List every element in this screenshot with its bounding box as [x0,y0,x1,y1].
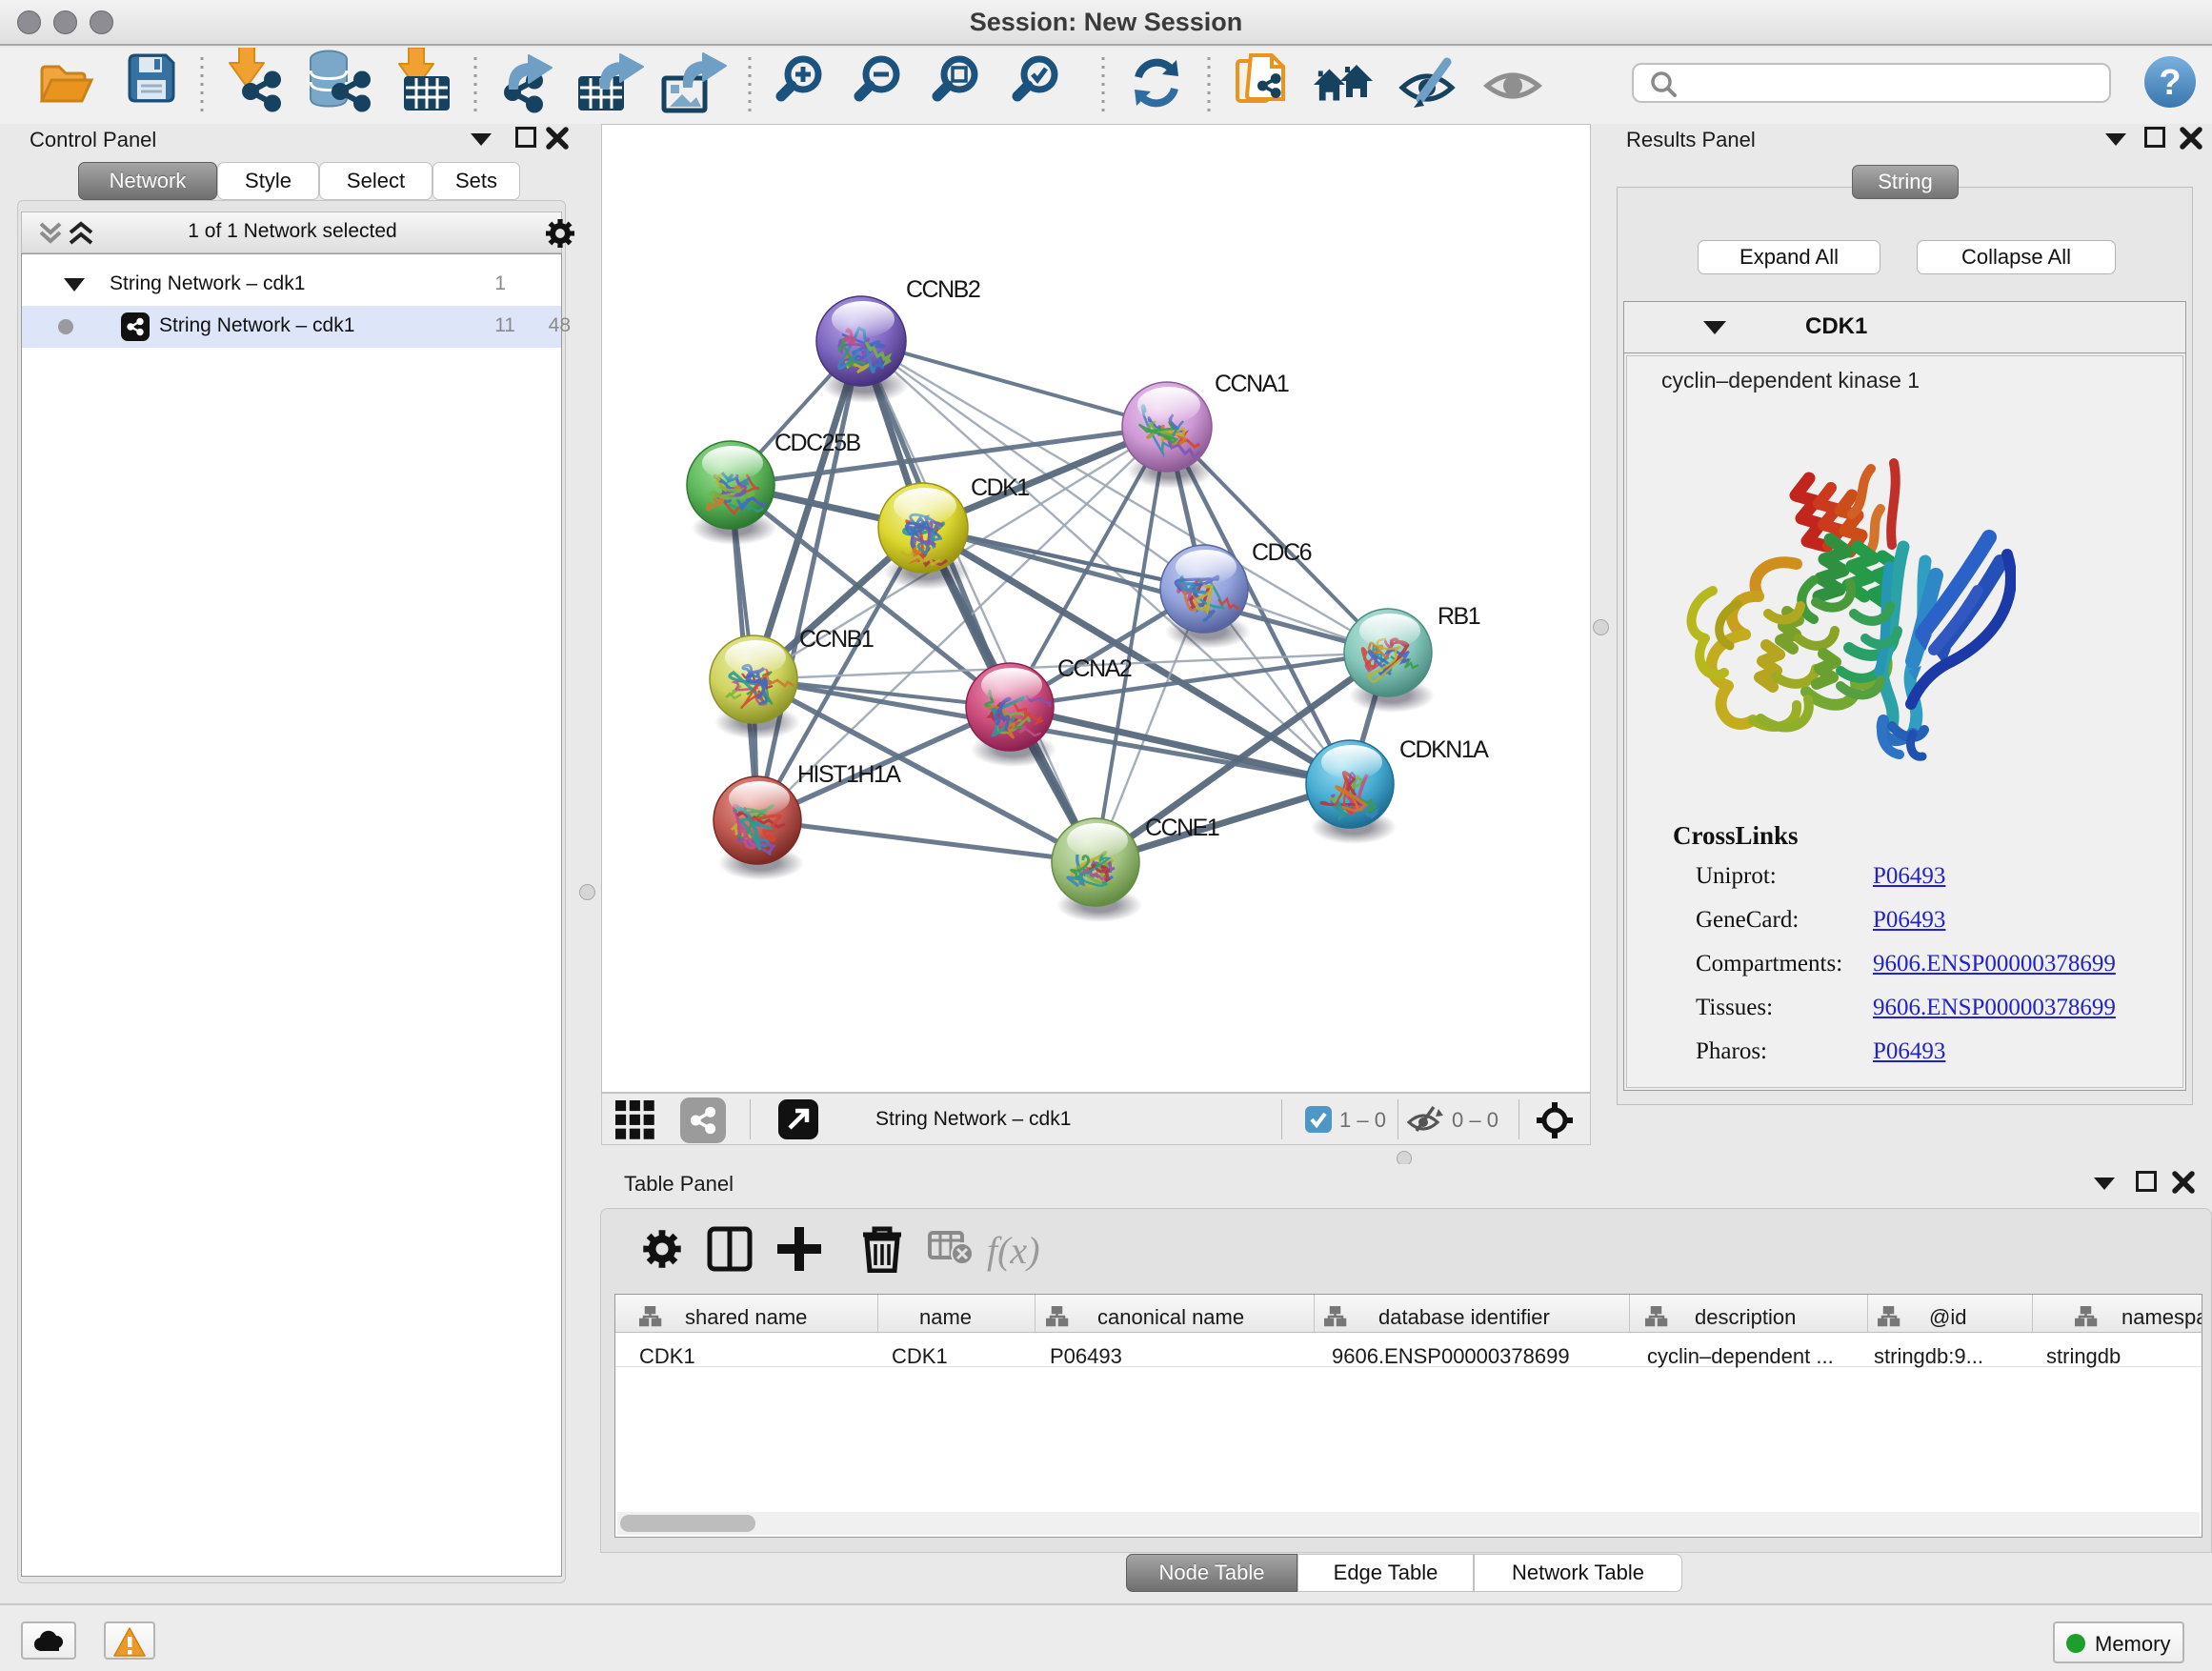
svg-text:CDC25B: CDC25B [774,430,860,456]
svg-text:CDK1: CDK1 [971,474,1029,501]
svg-text:CCNB1: CCNB1 [799,626,874,653]
svg-text:?: ? [2159,63,2181,103]
svg-text:CCNA1: CCNA1 [1215,371,1289,397]
svg-text:RB1: RB1 [1438,603,1480,630]
svg-text:CCNE1: CCNE1 [1145,815,1219,841]
svg-text:f(x): f(x) [987,1229,1040,1272]
svg-text:HIST1H1A: HIST1H1A [797,761,901,788]
svg-text:CCNB2: CCNB2 [906,276,980,303]
svg-text:CCNA2: CCNA2 [1057,655,1132,682]
svg-text:CDKN1A: CDKN1A [1399,736,1489,763]
svg-text:CDC6: CDC6 [1252,539,1312,566]
